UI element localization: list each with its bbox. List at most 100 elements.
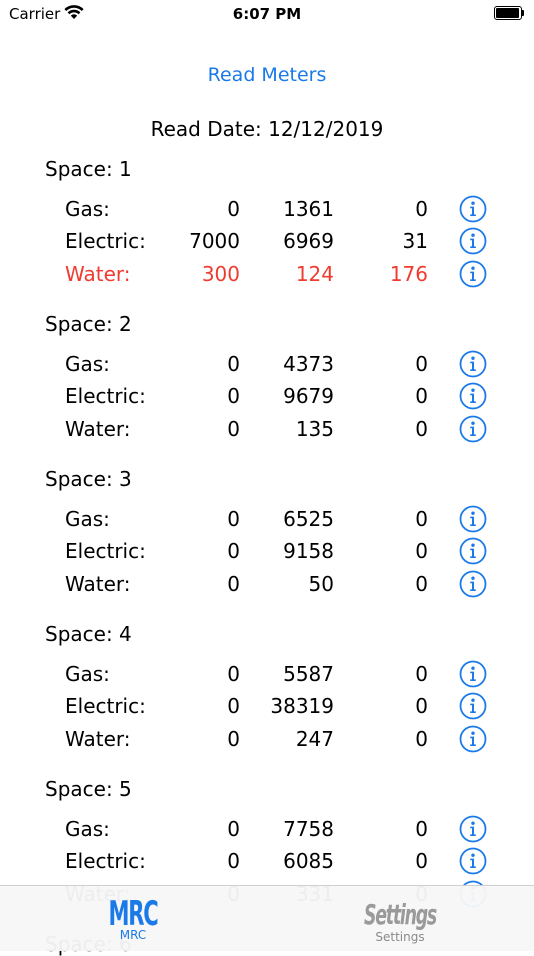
space-title: Space: 5 (45, 777, 132, 801)
meter-row: Electric: 0 9679 0 (0, 382, 534, 416)
info-icon[interactable] (459, 692, 487, 720)
meter-row: Water: 0 135 0 (0, 415, 534, 449)
meter-value-2: 135 (295, 416, 334, 441)
tab-mrc[interactable]: MRC MRC (73, 886, 193, 951)
meter-value-1: 7000 (189, 229, 240, 254)
status-time: 6:07 PM (232, 5, 302, 23)
meter-value-3: 0 (415, 571, 428, 596)
meter-value-1: 0 (227, 662, 240, 686)
meter-value-1: 300 (201, 261, 240, 286)
space-title: Space: 3 (45, 467, 132, 491)
meter-value-1: 0 (227, 507, 240, 531)
info-icon[interactable] (459, 725, 487, 753)
meter-row: Electric: 0 6085 0 (0, 847, 534, 881)
space-title: Space: 1 (45, 157, 132, 181)
meter-row: Water: 0 50 0 (0, 570, 534, 604)
info-icon[interactable] (459, 227, 487, 255)
meter-value-2: 1361 (283, 197, 334, 221)
info-icon[interactable] (459, 415, 487, 443)
meter-value-2: 5587 (283, 662, 334, 686)
meter-label: Water: (65, 416, 131, 441)
meter-row: Gas: 0 5587 0 (0, 660, 534, 694)
meter-value-3: 0 (415, 726, 428, 751)
meter-value-3: 0 (415, 416, 428, 441)
meter-value-1: 0 (227, 539, 240, 564)
meter-label: Gas: (65, 817, 110, 841)
meter-value-2: 6085 (283, 849, 334, 874)
meter-value-2: 4373 (283, 352, 334, 376)
meter-value-1: 0 (227, 416, 240, 441)
meter-row: Electric: 7000 6969 31 (0, 227, 534, 261)
tab-bar: MRC MRC Settings Settings (0, 885, 534, 951)
meter-value-2: 7758 (283, 817, 334, 841)
meter-value-2: 38319 (270, 694, 334, 719)
meter-row: Water: 300 124 176 (0, 260, 534, 294)
meter-value-1: 0 (227, 571, 240, 596)
meter-value-3: 0 (415, 694, 428, 719)
meter-value-3: 31 (402, 229, 428, 254)
meter-row: Electric: 0 38319 0 (0, 692, 534, 726)
info-icon[interactable] (459, 847, 487, 875)
meter-value-2: 124 (295, 261, 334, 286)
meter-value-1: 0 (227, 384, 240, 409)
info-icon[interactable] (459, 505, 487, 533)
meter-value-3: 0 (415, 352, 428, 376)
meter-value-2: 6969 (283, 229, 334, 254)
meter-value-1: 0 (227, 849, 240, 874)
info-icon[interactable] (459, 350, 487, 378)
meter-label: Water: (65, 261, 131, 286)
info-icon[interactable] (459, 260, 487, 288)
tab-settings[interactable]: Settings Settings (340, 886, 460, 951)
meter-label: Electric: (65, 384, 146, 409)
meter-label: Water: (65, 571, 131, 596)
meter-value-2: 247 (295, 726, 334, 751)
read-meters-button[interactable]: Read Meters (0, 64, 534, 86)
mrc-icon: MRC (108, 894, 159, 934)
meter-value-2: 9158 (283, 539, 334, 564)
meter-label: Water: (65, 726, 131, 751)
meter-row: Gas: 0 7758 0 (0, 815, 534, 849)
meter-value-3: 0 (415, 849, 428, 874)
space-title: Space: 4 (45, 622, 132, 646)
meter-value-3: 176 (389, 261, 428, 286)
space-title: Space: 2 (45, 312, 132, 336)
meter-value-2: 9679 (283, 384, 334, 409)
meter-value-1: 0 (227, 726, 240, 751)
tab-settings-label: Settings (375, 930, 425, 944)
meter-label: Electric: (65, 694, 146, 719)
status-bar: Carrier 6:07 PM (0, 0, 534, 30)
meter-row: Water: 0 247 0 (0, 725, 534, 759)
meter-value-1: 0 (227, 352, 240, 376)
meter-value-3: 0 (415, 539, 428, 564)
info-icon[interactable] (459, 537, 487, 565)
meter-value-1: 0 (227, 694, 240, 719)
meter-value-3: 0 (415, 197, 428, 221)
meter-row: Electric: 0 9158 0 (0, 537, 534, 571)
meter-row: Gas: 0 1361 0 (0, 195, 534, 229)
settings-icon: Settings (363, 898, 437, 931)
meter-row: Gas: 0 4373 0 (0, 350, 534, 384)
meter-value-3: 0 (415, 662, 428, 686)
meter-value-1: 0 (227, 817, 240, 841)
meter-label: Gas: (65, 662, 110, 686)
meter-label: Electric: (65, 229, 146, 254)
info-icon[interactable] (459, 815, 487, 843)
info-icon[interactable] (459, 570, 487, 598)
meter-row: Gas: 0 6525 0 (0, 505, 534, 539)
meter-value-3: 0 (415, 817, 428, 841)
meter-label: Gas: (65, 352, 110, 376)
meter-label: Gas: (65, 197, 110, 221)
read-date-label: Read Date: 12/12/2019 (150, 117, 384, 141)
meter-value-3: 0 (415, 384, 428, 409)
battery-icon (494, 6, 524, 20)
info-icon[interactable] (459, 195, 487, 223)
meter-value-1: 0 (227, 197, 240, 221)
info-icon[interactable] (459, 382, 487, 410)
meter-label: Electric: (65, 539, 146, 564)
meter-value-2: 50 (308, 571, 334, 596)
meter-label: Gas: (65, 507, 110, 531)
meter-value-2: 6525 (283, 507, 334, 531)
meter-label: Electric: (65, 849, 146, 874)
info-icon[interactable] (459, 660, 487, 688)
meter-value-3: 0 (415, 507, 428, 531)
